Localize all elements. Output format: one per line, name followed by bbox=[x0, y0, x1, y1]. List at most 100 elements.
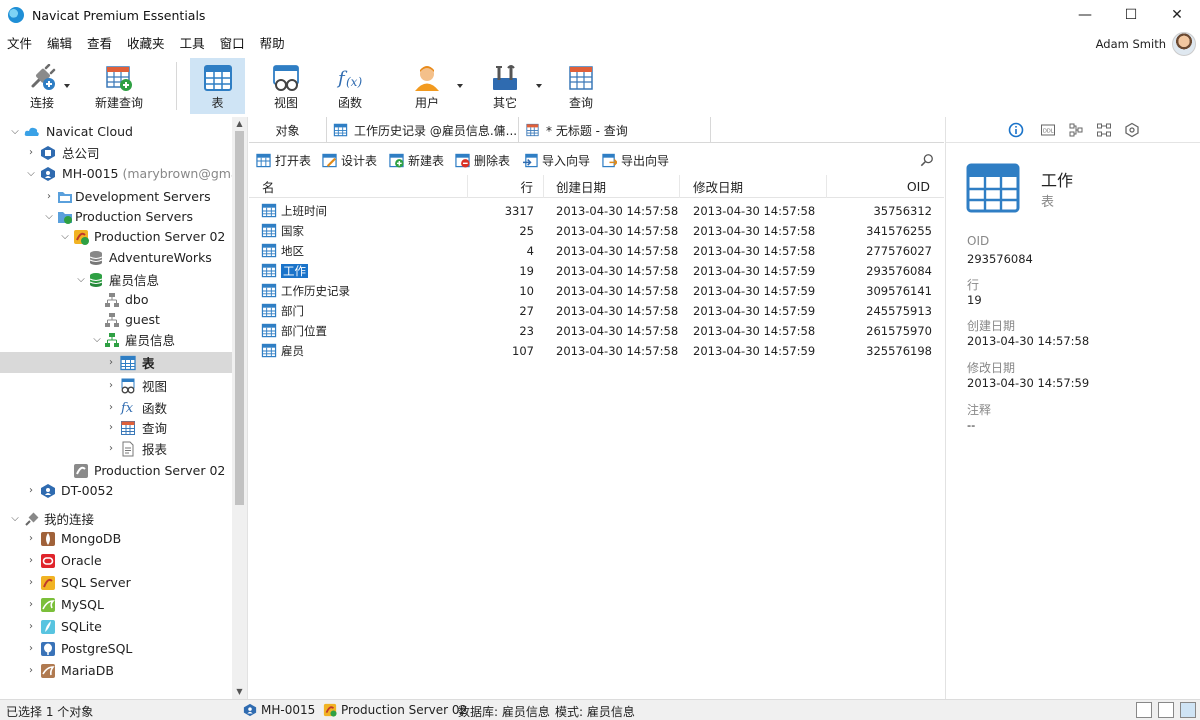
column-header-rows[interactable]: 行 bbox=[468, 175, 544, 198]
chevron-right-icon[interactable]: › bbox=[26, 555, 36, 566]
search-icon[interactable] bbox=[920, 153, 934, 167]
new-query-button[interactable]: 新建查询 bbox=[88, 58, 150, 114]
tree-item-production-server-02[interactable]: ⌵ Production Server 02 bbox=[0, 226, 232, 247]
column-header-modified[interactable]: 修改日期 bbox=[680, 175, 827, 198]
tree-item-tables[interactable]: › 表 bbox=[0, 352, 232, 373]
tab-objects[interactable]: 对象 bbox=[249, 117, 327, 143]
tree-item-postgresql[interactable]: › PostgreSQL bbox=[0, 638, 232, 659]
column-header-oid[interactable]: OID bbox=[827, 175, 944, 198]
design-table-button[interactable]: 设计表 bbox=[322, 151, 377, 169]
view-button[interactable]: 视图 bbox=[260, 58, 312, 114]
menu-window[interactable]: 窗口 bbox=[213, 33, 253, 52]
tree-item-schema-dbo[interactable]: dbo bbox=[0, 289, 232, 310]
chevron-right-icon[interactable]: › bbox=[26, 577, 36, 588]
close-button[interactable]: ✕ bbox=[1154, 0, 1200, 30]
menu-tools[interactable]: 工具 bbox=[173, 33, 213, 52]
tree-item-mariadb[interactable]: › MariaDB bbox=[0, 660, 232, 681]
tree-item-queries[interactable]: › 查询 bbox=[0, 417, 232, 438]
tree-item-production-servers[interactable]: ⌵ Production Servers bbox=[0, 206, 232, 227]
chevron-right-icon[interactable]: › bbox=[26, 665, 36, 676]
ddl-icon[interactable]: DDL bbox=[1040, 122, 1056, 138]
dependency-icon[interactable] bbox=[1068, 122, 1084, 138]
tree-item-sqlite[interactable]: › SQLite bbox=[0, 616, 232, 637]
tree-item-functions[interactable]: › fx 函数 bbox=[0, 397, 232, 418]
column-header-created[interactable]: 创建日期 bbox=[544, 175, 680, 198]
user-button[interactable]: 用户 bbox=[400, 58, 454, 114]
minimize-button[interactable]: — bbox=[1062, 0, 1108, 30]
chevron-right-icon[interactable]: › bbox=[26, 599, 36, 610]
connect-button[interactable]: 连接 bbox=[14, 58, 70, 114]
table-row[interactable]: 上班时间 3317 2013-04-30 14:57:58 2013-04-30 14… bbox=[249, 201, 944, 221]
export-wizard-button[interactable]: 导出向导 bbox=[602, 151, 669, 169]
table-row[interactable]: 工作 19 2013-04-30 14:57:58 2013-04-30 14:57:… bbox=[249, 261, 944, 281]
tree-item-schema-employee[interactable]: ⌵ 雇员信息 bbox=[0, 329, 232, 350]
chevron-right-icon[interactable]: › bbox=[26, 533, 36, 544]
chevron-right-icon[interactable]: › bbox=[26, 147, 36, 158]
table-button[interactable]: 表 bbox=[190, 58, 245, 114]
import-wizard-button[interactable]: 导入向导 bbox=[523, 151, 590, 169]
list-view-button[interactable] bbox=[1136, 702, 1152, 718]
tree-item-mongodb[interactable]: › MongoDB bbox=[0, 528, 232, 549]
table-row[interactable]: 地区 4 2013-04-30 14:57:58 2013-04-30 14:57:5… bbox=[249, 241, 944, 261]
chevron-right-icon[interactable]: › bbox=[106, 443, 116, 454]
menu-help[interactable]: 帮助 bbox=[253, 33, 293, 52]
chevron-right-icon[interactable]: › bbox=[106, 380, 116, 391]
tree-item-mh-0015[interactable]: ⌵ MH-0015 (marybrown@gmai bbox=[0, 163, 242, 184]
chevron-right-icon[interactable]: › bbox=[26, 621, 36, 632]
chevron-down-icon[interactable]: ⌵ bbox=[10, 513, 20, 524]
chevron-right-icon[interactable]: › bbox=[106, 422, 116, 433]
scroll-down-icon[interactable]: ▼ bbox=[235, 687, 244, 697]
chevron-right-icon[interactable]: › bbox=[106, 357, 116, 368]
connect-dropdown-caret[interactable] bbox=[64, 84, 70, 88]
tree-item-my-connections[interactable]: ⌵ 我的连接 bbox=[0, 508, 232, 529]
new-table-button[interactable]: 新建表 bbox=[389, 151, 444, 169]
tree-item-views[interactable]: › 视图 bbox=[0, 375, 232, 396]
tree-item-reports[interactable]: › 报表 bbox=[0, 438, 232, 459]
tree-item-schema-guest[interactable]: guest bbox=[0, 309, 232, 330]
table-row[interactable]: 工作历史记录 10 2013-04-30 14:57:58 2013-04-30 14… bbox=[249, 281, 944, 301]
other-dropdown-caret[interactable] bbox=[536, 84, 542, 88]
scrollbar-thumb[interactable] bbox=[235, 131, 244, 505]
er-view-button[interactable] bbox=[1180, 702, 1196, 718]
tree-item-mysql[interactable]: › MySQL bbox=[0, 594, 232, 615]
table-row[interactable]: 部门位置 23 2013-04-30 14:57:58 2013-04-30 14:5… bbox=[249, 321, 944, 341]
chevron-down-icon[interactable]: ⌵ bbox=[26, 168, 36, 179]
tab-work-history[interactable]: 工作历史记录 @雇员信息.傭... bbox=[327, 117, 519, 143]
menu-view[interactable]: 查看 bbox=[80, 33, 120, 52]
chevron-down-icon[interactable]: ⌵ bbox=[60, 231, 70, 242]
chevron-down-icon[interactable]: ⌵ bbox=[92, 334, 102, 345]
tree-item-dt-0052[interactable]: › DT-0052 bbox=[0, 480, 232, 501]
chevron-right-icon[interactable]: › bbox=[26, 643, 36, 654]
navigation-scrollbar[interactable]: ▲ ▼ bbox=[232, 117, 247, 699]
chevron-down-icon[interactable]: ⌵ bbox=[44, 211, 54, 222]
other-button[interactable]: 其它 bbox=[478, 58, 532, 114]
hexagon-settings-icon[interactable] bbox=[1124, 122, 1140, 138]
open-table-button[interactable]: 打开表 bbox=[256, 151, 311, 169]
table-row[interactable]: 国家 25 2013-04-30 14:57:58 2013-04-30 14:57:… bbox=[249, 221, 944, 241]
tree-item-navicat-cloud[interactable]: ⌵ Navicat Cloud bbox=[0, 121, 232, 142]
chevron-right-icon[interactable]: › bbox=[26, 485, 36, 496]
query-button[interactable]: 查询 bbox=[556, 58, 606, 114]
maximize-button[interactable]: ☐ bbox=[1108, 0, 1154, 30]
table-row[interactable]: 部门 27 2013-04-30 14:57:58 2013-04-30 14:57:… bbox=[249, 301, 944, 321]
tree-item-hq[interactable]: › 总公司 bbox=[0, 142, 232, 163]
detail-view-button[interactable] bbox=[1158, 702, 1174, 718]
tree-item-oracle[interactable]: › Oracle bbox=[0, 550, 232, 571]
table-row[interactable]: 雇员 107 2013-04-30 14:57:58 2013-04-30 14:57… bbox=[249, 341, 944, 361]
scroll-up-icon[interactable]: ▲ bbox=[235, 119, 244, 129]
delete-table-button[interactable]: 删除表 bbox=[455, 151, 510, 169]
chevron-right-icon[interactable]: › bbox=[44, 191, 54, 202]
chevron-down-icon[interactable]: ⌵ bbox=[10, 126, 20, 137]
tree-item-sqlserver[interactable]: › SQL Server bbox=[0, 572, 232, 593]
function-button[interactable]: f (x) 函数 bbox=[325, 58, 375, 114]
tree-item-production-server-02-b[interactable]: Production Server 02 bbox=[0, 460, 232, 481]
menu-favorites[interactable]: 收藏夹 bbox=[120, 33, 173, 52]
relationship-icon[interactable] bbox=[1096, 122, 1112, 138]
menu-file[interactable]: 文件 bbox=[0, 33, 40, 52]
chevron-down-icon[interactable]: ⌵ bbox=[76, 274, 86, 285]
chevron-right-icon[interactable]: › bbox=[106, 402, 116, 413]
tree-item-employee-db[interactable]: ⌵ 雇员信息 bbox=[0, 269, 232, 290]
menu-edit[interactable]: 编辑 bbox=[40, 33, 80, 52]
info-icon[interactable] bbox=[1008, 122, 1024, 138]
tree-item-development-servers[interactable]: › Development Servers bbox=[0, 186, 232, 207]
